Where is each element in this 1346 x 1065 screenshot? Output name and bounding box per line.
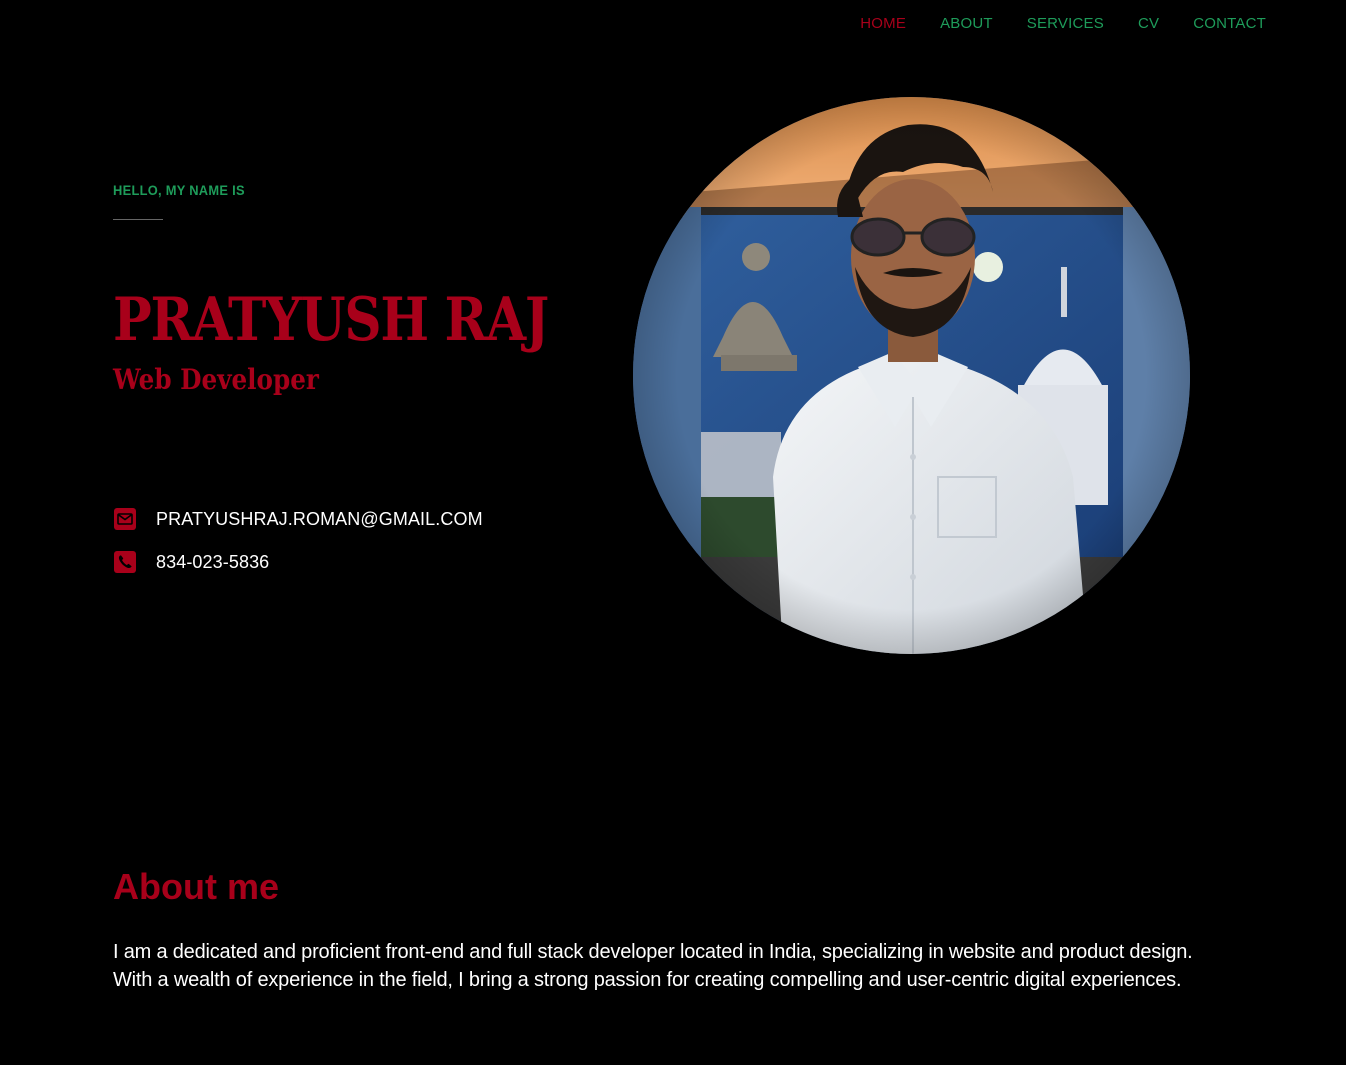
nav-about-link[interactable]: ABOUT bbox=[940, 14, 993, 34]
contact-email[interactable]: PRATYUSHRAJ.ROMAN@GMAIL.COM bbox=[156, 509, 483, 530]
profile-photo bbox=[633, 97, 1190, 654]
contact-phone[interactable]: 834-023-5836 bbox=[156, 552, 269, 573]
contact-email-row[interactable]: PRATYUSHRAJ.ROMAN@GMAIL.COM bbox=[113, 507, 483, 531]
contact-phone-row[interactable]: 834-023-5836 bbox=[113, 550, 269, 574]
nav-contact-link[interactable]: CONTACT bbox=[1193, 14, 1266, 34]
greeting-divider bbox=[113, 219, 163, 220]
hero-greeting: HELLO, MY NAME IS bbox=[113, 182, 245, 198]
portfolio-page: HOME ABOUT SERVICES CV CONTACT HELLO, MY… bbox=[0, 0, 1346, 1065]
phone-icon bbox=[113, 550, 137, 574]
nav-home-link[interactable]: HOME bbox=[860, 14, 906, 34]
about-line-1: I am a dedicated and proficient front-en… bbox=[113, 941, 1193, 963]
about-line-2: With a wealth of experience in the field… bbox=[113, 969, 1182, 991]
nav-services-link[interactable]: SERVICES bbox=[1027, 14, 1104, 34]
nav-cv-link[interactable]: CV bbox=[1138, 14, 1159, 34]
hero-role: Web Developer bbox=[113, 363, 319, 396]
hero-name: PRATYUSH RAJ bbox=[113, 285, 549, 355]
about-description: I am a dedicated and proficient front-en… bbox=[113, 938, 1193, 994]
envelope-icon bbox=[113, 507, 137, 531]
top-nav: HOME ABOUT SERVICES CV CONTACT bbox=[860, 14, 1266, 34]
about-title: About me bbox=[113, 866, 279, 907]
